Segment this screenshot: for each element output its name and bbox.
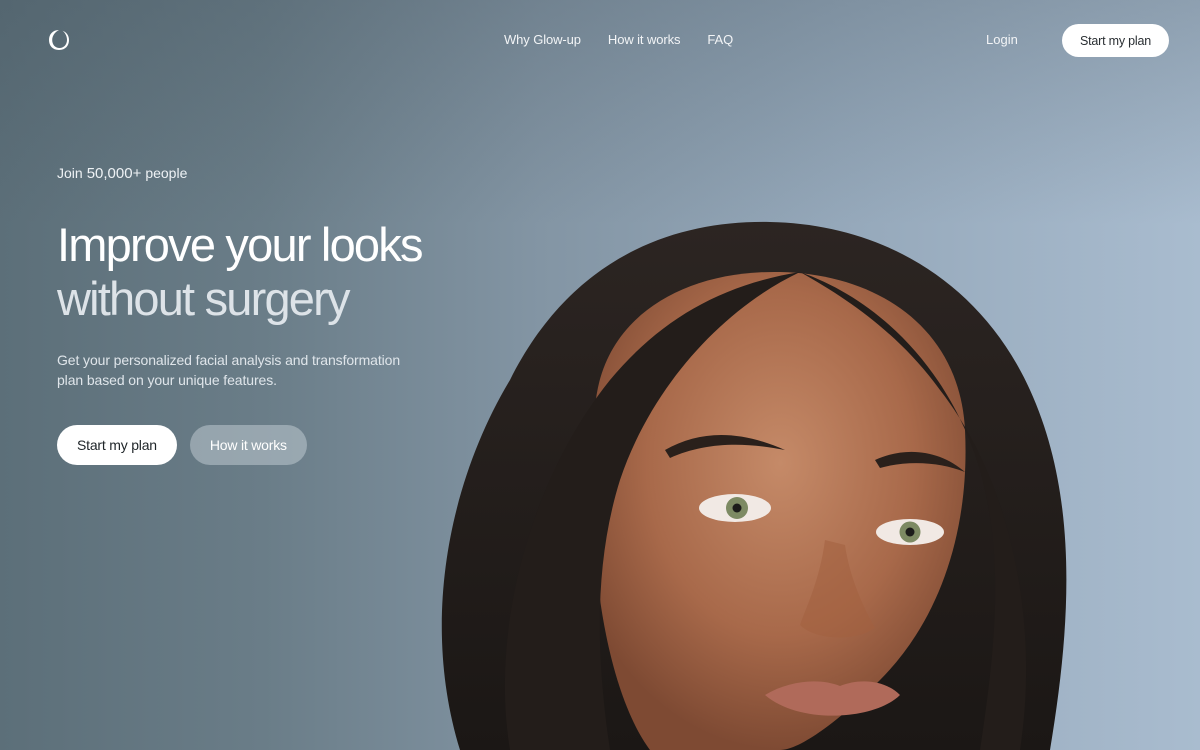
hero-content: Join 50,000+ people Improve your looks w… bbox=[57, 165, 477, 465]
hero-headline-line2: without surgery bbox=[57, 272, 351, 325]
hero-headline: Improve your looks without surgery bbox=[57, 218, 477, 326]
how-it-works-button[interactable]: How it works bbox=[189, 425, 307, 465]
social-proof: Join 50,000+ people bbox=[57, 165, 477, 182]
top-navigation: Why Glow-up How it works FAQ Login Start… bbox=[0, 0, 1200, 80]
hero-portrait-image bbox=[441, 221, 1067, 750]
start-my-plan-button[interactable]: Start my plan bbox=[57, 425, 177, 465]
nav-start-my-plan-button[interactable]: Start my plan bbox=[1062, 24, 1169, 57]
nav-link-how-it-works[interactable]: How it works bbox=[608, 32, 681, 47]
social-proof-count: 50,000+ bbox=[86, 165, 142, 182]
nav-link-why-glow-up[interactable]: Why Glow-up bbox=[504, 32, 581, 47]
hero-headline-line1: Improve your looks bbox=[57, 218, 423, 271]
social-proof-prefix: Join bbox=[57, 165, 83, 181]
brand-logo-icon[interactable] bbox=[47, 28, 71, 52]
hero-subheadline: Get your personalized facial analysis an… bbox=[57, 352, 401, 388]
nav-links: Why Glow-up How it works FAQ bbox=[504, 32, 733, 47]
hero-cta-group: Start my plan How it works bbox=[57, 425, 477, 465]
social-proof-suffix: people bbox=[145, 165, 188, 181]
login-link[interactable]: Login bbox=[986, 32, 1018, 47]
nav-link-faq[interactable]: FAQ bbox=[707, 32, 733, 47]
